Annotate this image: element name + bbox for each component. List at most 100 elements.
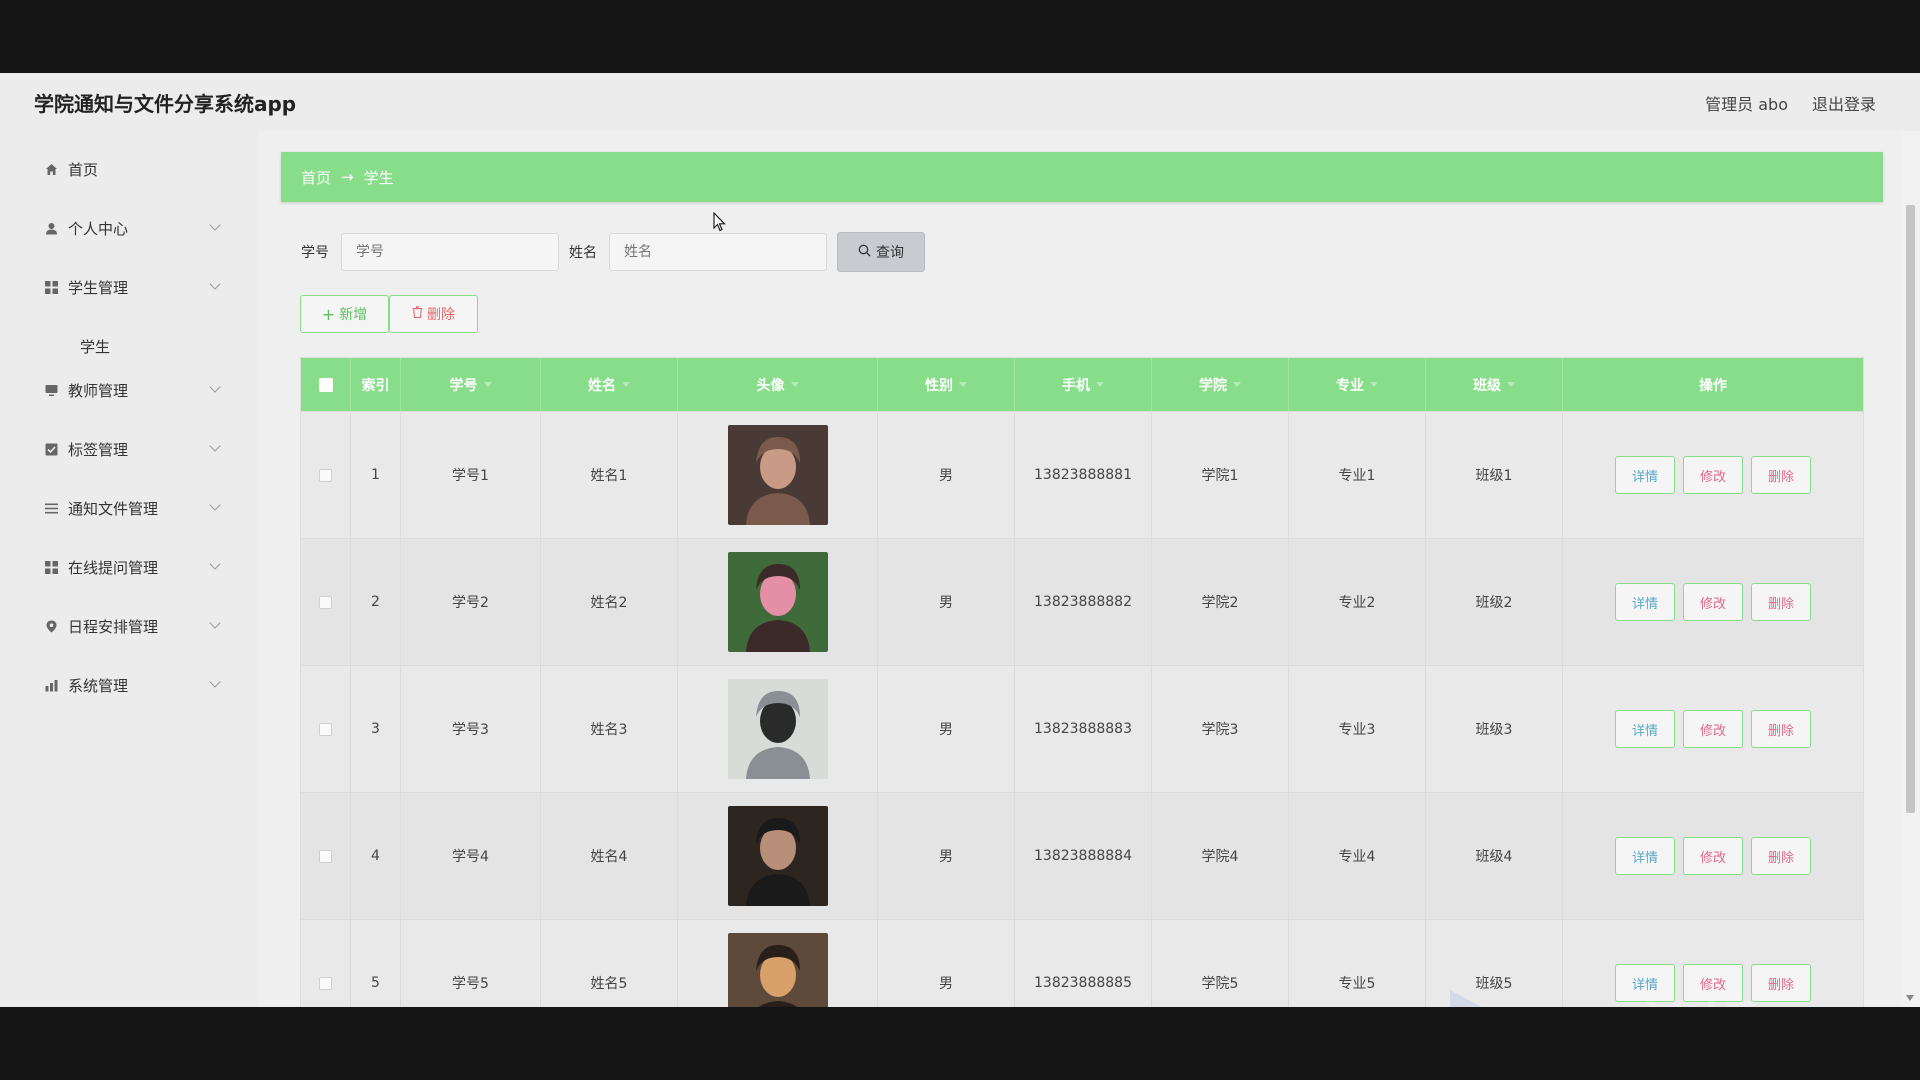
col-header-avatar[interactable]: 头像 [678,358,878,411]
edit-button[interactable]: 修改 [1683,710,1743,748]
col-header-phone[interactable]: 手机 [1015,358,1152,411]
chevron-down-icon [209,381,221,393]
row-delete-button[interactable]: 删除 [1751,837,1811,875]
col-header-college[interactable]: 学院 [1152,358,1289,411]
cell-student-no: 学号3 [401,666,541,792]
logout-link[interactable]: 退出登录 [1812,91,1876,115]
student-table: 索引 学号 姓名 头像 性别 手机 学院 专业 班级 操作 1 学号1 姓名1 男1… [300,357,1864,1007]
row-select-cell [301,666,351,792]
sidebar-item-teacher-management[interactable]: 教师管理 [0,370,259,410]
cell-gender: 男 [878,412,1015,538]
list-icon [44,501,58,515]
cell-avatar [678,412,878,538]
cell-major: 专业5 [1289,920,1426,1007]
detail-button[interactable]: 详情 [1615,837,1675,875]
table-row: 1 学号1 姓名1 男 13823888881 学院1 专业1 班级1 详情 修改 删除 [301,411,1863,538]
col-header-label: 手机 [1062,377,1090,394]
cell-index: 1 [351,412,401,538]
sidebar-item-home[interactable]: 首页 [0,149,259,189]
row-checkbox[interactable] [319,976,332,990]
row-checkbox[interactable] [319,849,332,863]
sidebar-item-tag-management[interactable]: 标签管理 [0,429,259,469]
col-header-gender[interactable]: 性别 [878,358,1015,411]
sidebar-item-label: 教师管理 [68,381,129,400]
top-right-menu: 管理员 abo 退出登录 [1705,91,1876,115]
avatar-image[interactable] [727,552,828,652]
cell-college: 学院2 [1152,539,1289,665]
col-header-major[interactable]: 专业 [1289,358,1426,411]
chart-icon [44,678,58,692]
grid-icon [44,280,58,294]
sidebar-item-label: 个人中心 [68,219,129,238]
sidebar: 首页 个人中心 学生管理 学生 教师管理 标签管理 通知文件管理 在线提问管理 … [0,131,259,1007]
detail-button[interactable]: 详情 [1615,710,1675,748]
vertical-scrollbar[interactable] [1901,131,1920,1007]
name-input[interactable] [609,233,827,271]
sidebar-item-label: 首页 [68,160,99,179]
cell-college: 学院1 [1152,412,1289,538]
chevron-down-icon [209,499,221,511]
avatar-image[interactable] [727,806,828,906]
cell-class: 班级1 [1426,412,1563,538]
col-header-name[interactable]: 姓名 [541,358,678,411]
batch-delete-button[interactable]: 删除 [389,295,478,333]
row-checkbox[interactable] [319,468,332,482]
scroll-down-arrow-icon[interactable] [1906,995,1914,1001]
col-header-label: 学院 [1199,377,1227,394]
query-button[interactable]: 查询 [837,232,925,272]
cell-student-no: 学号4 [401,793,541,919]
edit-button[interactable]: 修改 [1683,583,1743,621]
sidebar-item-label: 学生管理 [68,278,129,297]
cell-index: 4 [351,793,401,919]
cell-name: 姓名2 [541,539,678,665]
select-all-checkbox[interactable] [318,377,333,392]
row-checkbox[interactable] [319,595,332,609]
col-header-label: 专业 [1336,377,1364,394]
sidebar-item-student-management[interactable]: 学生管理 [0,267,259,307]
monitor-icon [44,383,58,397]
col-header-class[interactable]: 班级 [1426,358,1563,411]
table-row: 2 学号2 姓名2 男 13823888882 学院2 专业2 班级2 详情 修改 删除 [301,538,1863,665]
location-icon [44,619,58,633]
sidebar-item-notice-file-management[interactable]: 通知文件管理 [0,488,259,528]
row-delete-button[interactable]: 删除 [1751,583,1811,621]
col-header-student-no[interactable]: 学号 [401,358,541,411]
add-button-label: 新增 [339,307,368,323]
cell-avatar [678,539,878,665]
student-no-label: 学号 [301,245,329,261]
cell-student-no: 学号2 [401,539,541,665]
chevron-down-icon [209,219,221,231]
avatar-image[interactable] [727,425,828,525]
row-checkbox[interactable] [319,722,332,736]
admin-user-label[interactable]: 管理员 abo [1705,91,1788,115]
edit-button[interactable]: 修改 [1683,456,1743,494]
sidebar-item-system-management[interactable]: 系统管理 [0,665,259,705]
add-button[interactable]: + 新增 [300,295,389,333]
row-delete-button[interactable]: 删除 [1751,710,1811,748]
student-no-input[interactable] [341,233,559,271]
sidebar-subitem-student[interactable]: 学生 [80,336,110,357]
cell-phone: 13823888882 [1015,539,1152,665]
col-header-label: 操作 [1699,377,1727,394]
name-label: 姓名 [569,245,597,261]
cell-index: 5 [351,920,401,1007]
avatar-image[interactable] [727,933,828,1007]
scrollbar-thumb[interactable] [1906,205,1915,813]
detail-button[interactable]: 详情 [1615,456,1675,494]
sidebar-item-profile[interactable]: 个人中心 [0,208,259,248]
avatar-image[interactable] [727,679,828,779]
sidebar-item-label: 在线提问管理 [68,558,159,577]
col-header-label: 头像 [756,377,785,394]
detail-button[interactable]: 详情 [1615,583,1675,621]
main-content: 首页 → 学生 学号 姓名 查询 + 新增 删除 [259,131,1901,1007]
sidebar-item-online-question-management[interactable]: 在线提问管理 [0,547,259,587]
cell-major: 专业2 [1289,539,1426,665]
chevron-down-icon [209,676,221,688]
table-row: 3 学号3 姓名3 男 13823888883 学院3 专业3 班级3 详情 修改 删除 [301,665,1863,792]
cell-operations: 详情 修改 删除 [1563,666,1863,792]
sort-icon [1370,382,1378,387]
edit-button[interactable]: 修改 [1683,837,1743,875]
breadcrumb-home[interactable]: 首页 [301,167,331,188]
row-delete-button[interactable]: 删除 [1751,456,1811,494]
sidebar-item-schedule-management[interactable]: 日程安排管理 [0,606,259,646]
